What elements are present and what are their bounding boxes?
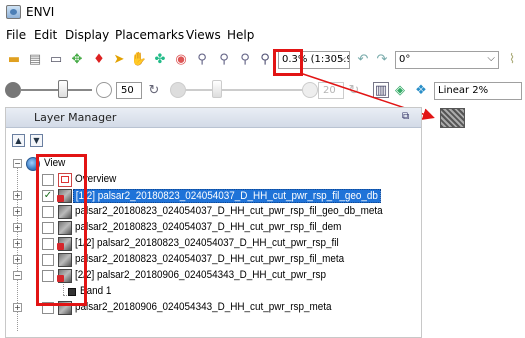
expand-all-icon[interactable]: ▼ xyxy=(30,134,43,147)
expander-icon[interactable]: + xyxy=(13,207,22,216)
layer-label: palsar2_20180823_024054037_D_HH_cut_pwr_… xyxy=(75,205,383,217)
checkbox-column-highlight xyxy=(36,154,87,306)
expander-icon[interactable]: − xyxy=(13,159,22,168)
layer-label: palsar2_20180823_024054037_D_HH_cut_pwr_… xyxy=(75,253,345,265)
layer-label: palsar2_20180906_024054343_D_HH_cut_pwr_… xyxy=(75,301,332,313)
overview-thumbnail[interactable] xyxy=(440,108,465,128)
layer-manager-header: Layer Manager ⧉ xyxy=(6,108,421,128)
layer-label: [1/2] palsar2_20180823_024054037_D_HH_cu… xyxy=(75,237,339,249)
pin-panel-icon[interactable]: ⧉ xyxy=(402,111,416,124)
collapse-all-icon[interactable]: ▲ xyxy=(12,134,25,147)
layer-manager-title: Layer Manager xyxy=(34,111,117,124)
expander-icon[interactable]: + xyxy=(13,223,22,232)
layer-label: [2/2] palsar2_20180906_024054343_D_HH_cu… xyxy=(75,269,326,281)
layer-label: palsar2_20180823_024054037_D_HH_cut_pwr_… xyxy=(75,221,342,233)
layer-manager-toolbar: ▲ ▼ xyxy=(6,130,421,152)
expander-icon[interactable]: − xyxy=(13,271,22,280)
expander-icon[interactable]: + xyxy=(13,191,22,200)
expander-icon[interactable]: + xyxy=(13,255,22,264)
expander-icon[interactable]: + xyxy=(13,239,22,248)
expander-icon[interactable]: + xyxy=(13,303,22,312)
layer-label: [1/2] palsar2_20180823_024054037_D_HH_cu… xyxy=(73,189,381,203)
